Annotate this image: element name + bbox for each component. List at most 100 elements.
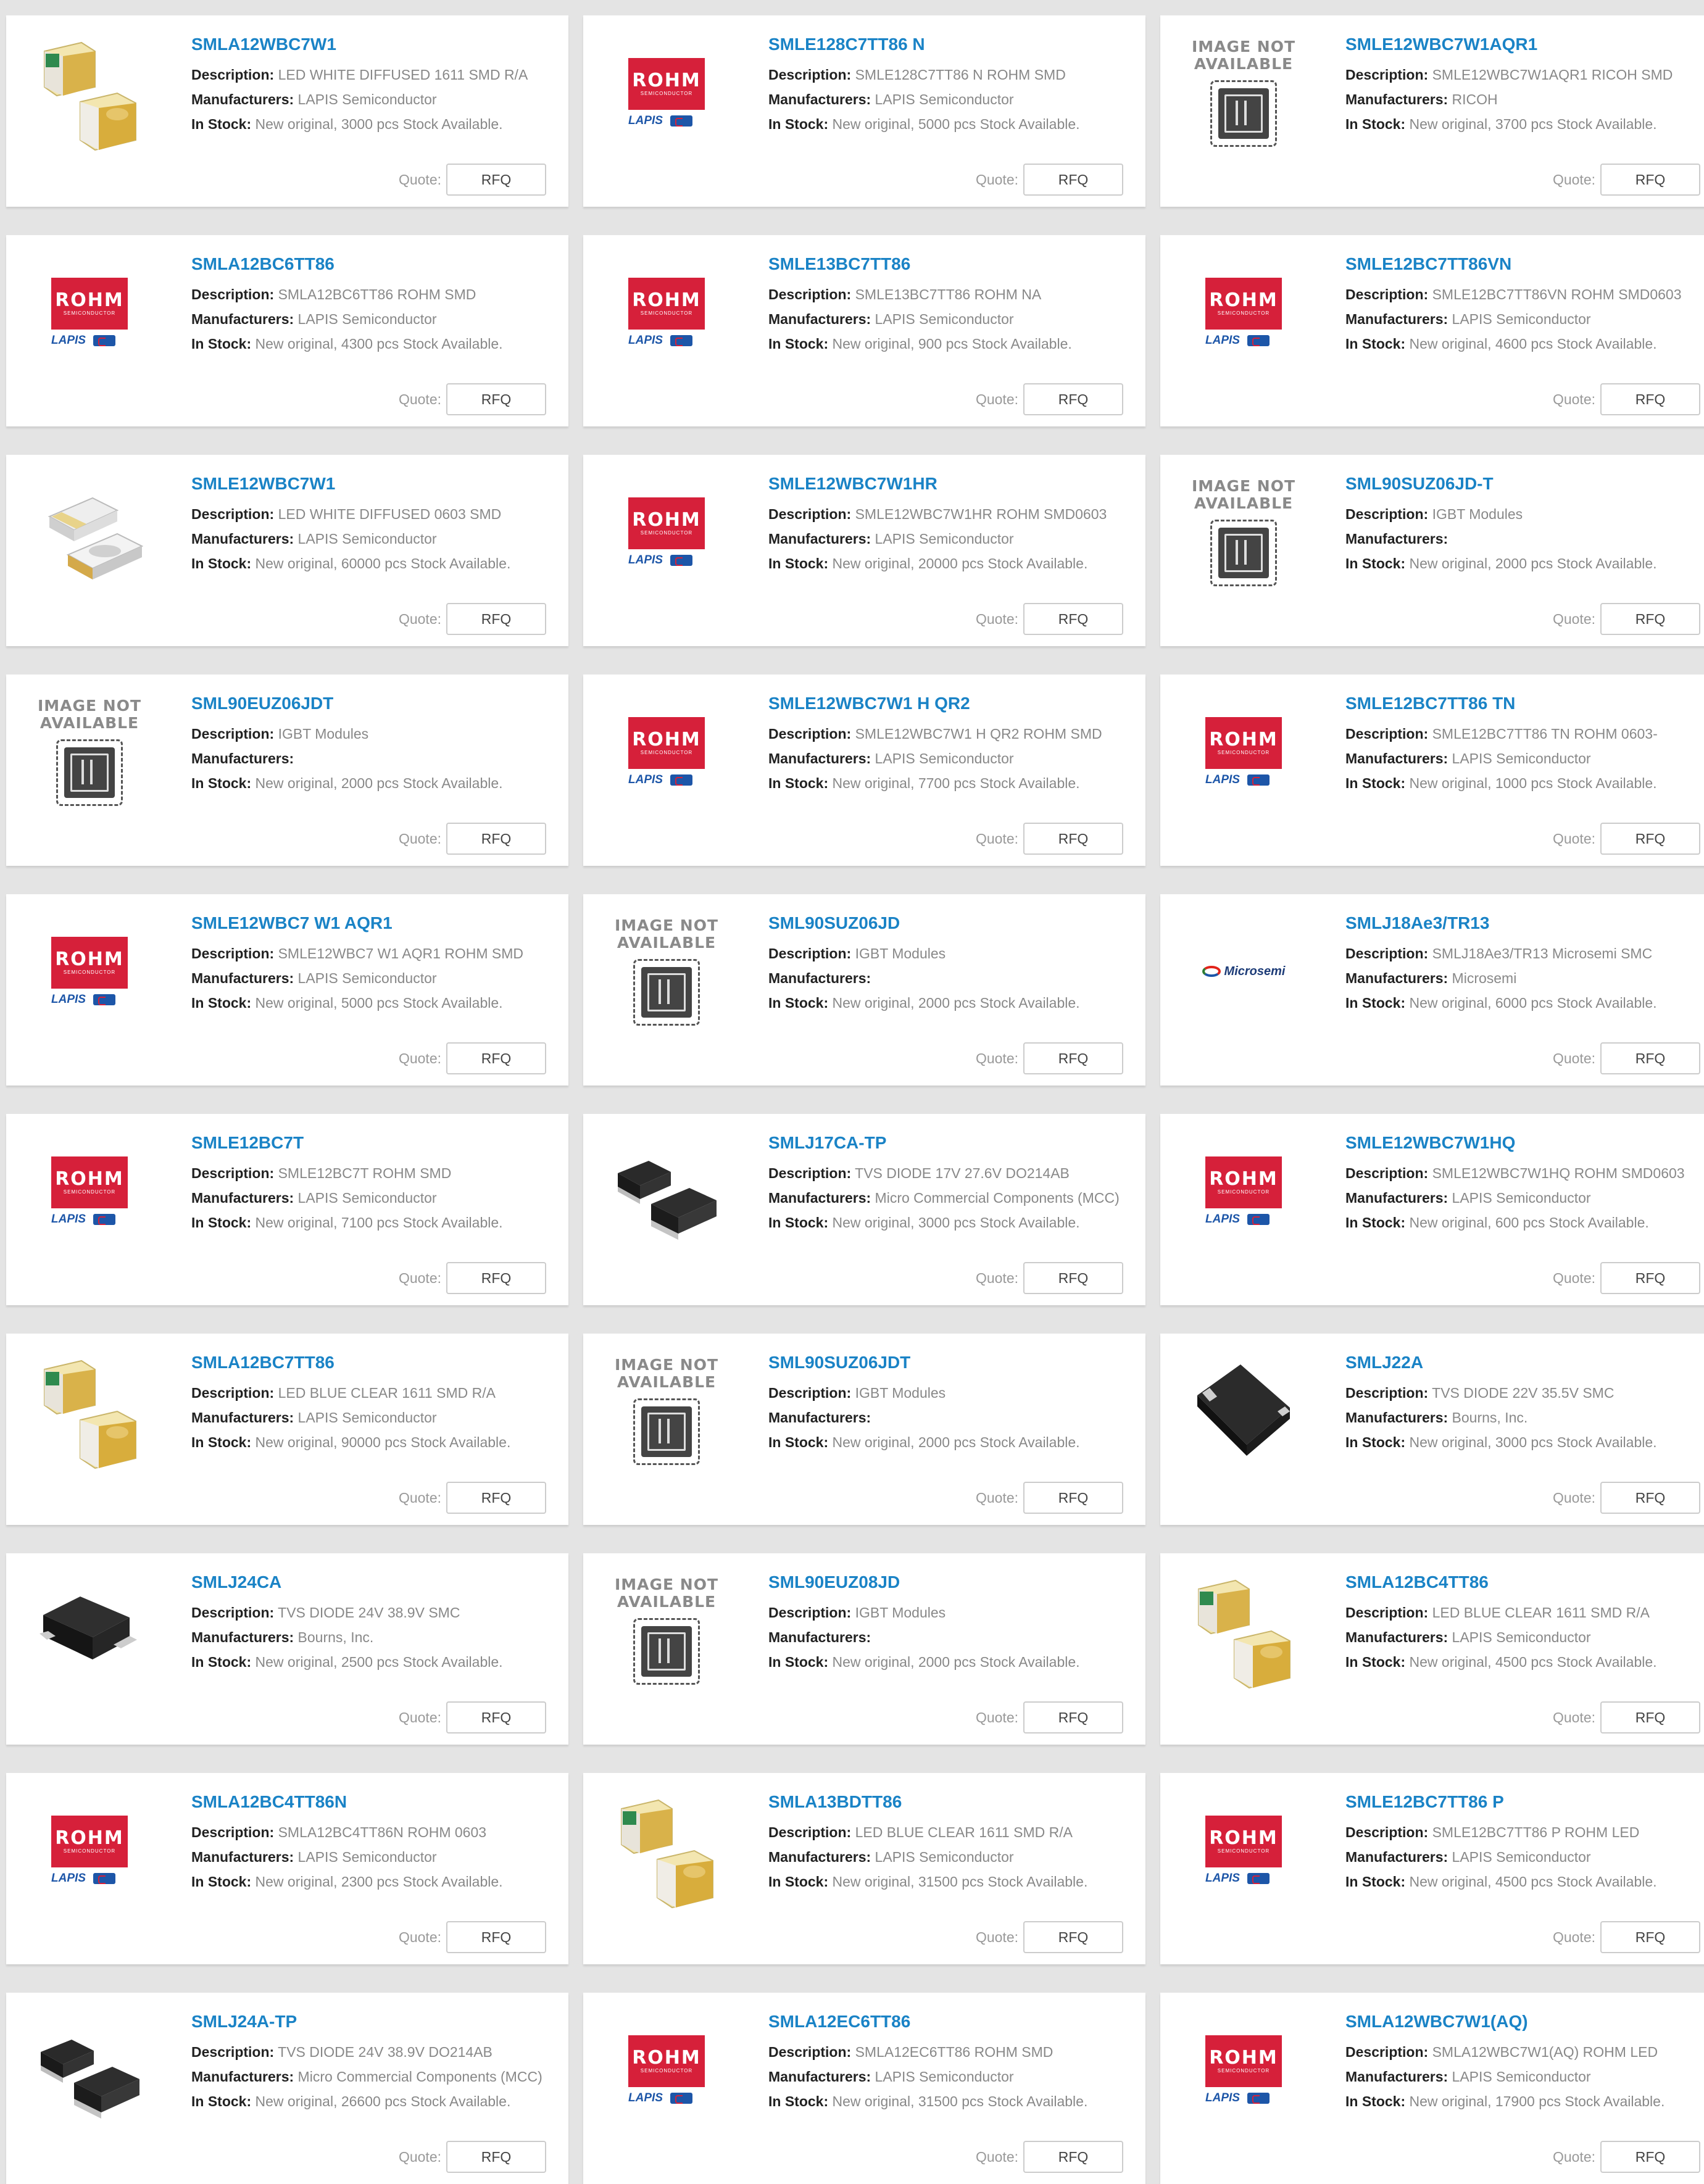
product-name-link[interactable]: SMLE12BC7T bbox=[191, 1132, 568, 1153]
product-thumbnail[interactable]: IMAGE NOT AVAILABLE bbox=[30, 692, 149, 812]
rfq-button[interactable]: RFQ bbox=[1023, 1701, 1123, 1733]
product-name-link[interactable]: SMLA12BC4TT86N bbox=[191, 1792, 568, 1812]
product-name-link[interactable]: SMLJ24CA bbox=[191, 1572, 568, 1593]
stock-label: In Stock: bbox=[1345, 1214, 1406, 1231]
rfq-button[interactable]: RFQ bbox=[1023, 823, 1123, 855]
rfq-button[interactable]: RFQ bbox=[446, 1482, 546, 1514]
product-thumbnail[interactable]: ROHM SEMICONDUCTOR LAPIS bbox=[30, 1131, 149, 1251]
product-thumbnail[interactable] bbox=[30, 1351, 149, 1471]
product-thumbnail[interactable] bbox=[607, 1131, 726, 1251]
rfq-button[interactable]: RFQ bbox=[1023, 1482, 1123, 1514]
description-label: Description: bbox=[768, 1605, 852, 1621]
product-thumbnail[interactable]: IMAGE NOT AVAILABLE bbox=[607, 911, 726, 1031]
product-name-link[interactable]: SMLE12BC7TT86 P bbox=[1345, 1792, 1704, 1812]
product-thumbnail[interactable] bbox=[30, 472, 149, 592]
product-name-link[interactable]: SMLA12BC4TT86 bbox=[1345, 1572, 1704, 1593]
rfq-button[interactable]: RFQ bbox=[1600, 1921, 1700, 1953]
rfq-button[interactable]: RFQ bbox=[1023, 603, 1123, 635]
product-thumbnail[interactable] bbox=[30, 1571, 149, 1690]
product-card: IMAGE NOT AVAILABLE SMLE12WBC7W1AQR1 Descri… bbox=[1160, 15, 1704, 207]
product-thumbnail[interactable]: Microsemi bbox=[1184, 911, 1303, 1031]
rfq-button[interactable]: RFQ bbox=[446, 383, 546, 415]
product-name-link[interactable]: SML90EUZ08JD bbox=[768, 1572, 1145, 1593]
product-thumbnail[interactable]: IMAGE NOT AVAILABLE bbox=[1184, 33, 1303, 152]
product-name-link[interactable]: SMLJ18Ae3/TR13 bbox=[1345, 913, 1704, 934]
rfq-button[interactable]: RFQ bbox=[1600, 1262, 1700, 1294]
rfq-button[interactable]: RFQ bbox=[1600, 164, 1700, 196]
product-thumbnail[interactable]: ROHM SEMICONDUCTOR LAPIS bbox=[30, 1790, 149, 1910]
product-thumbnail[interactable]: ROHM SEMICONDUCTOR LAPIS bbox=[607, 33, 726, 152]
rfq-button[interactable]: RFQ bbox=[1600, 1482, 1700, 1514]
rfq-button[interactable]: RFQ bbox=[446, 2141, 546, 2173]
product-name-link[interactable]: SMLE12WBC7 W1 AQR1 bbox=[191, 913, 568, 934]
product-name-link[interactable]: SMLJ24A-TP bbox=[191, 2011, 568, 2032]
product-name-link[interactable]: SMLE12WBC7W1 bbox=[191, 473, 568, 494]
rfq-button[interactable]: RFQ bbox=[446, 1921, 546, 1953]
rfq-button[interactable]: RFQ bbox=[1023, 2141, 1123, 2173]
product-name-link[interactable]: SML90EUZ06JDT bbox=[191, 693, 568, 714]
product-thumbnail[interactable]: ROHM SEMICONDUCTOR LAPIS bbox=[1184, 2010, 1303, 2130]
product-thumbnail[interactable]: ROHM SEMICONDUCTOR LAPIS bbox=[607, 472, 726, 592]
rfq-button[interactable]: RFQ bbox=[1023, 383, 1123, 415]
rfq-button[interactable]: RFQ bbox=[1600, 823, 1700, 855]
rfq-button[interactable]: RFQ bbox=[446, 1042, 546, 1074]
product-name-link[interactable]: SMLJ17CA-TP bbox=[768, 1132, 1145, 1153]
quote-row: Quote: RFQ bbox=[1553, 1482, 1700, 1514]
product-name-link[interactable]: SMLE12WBC7W1HQ bbox=[1345, 1132, 1704, 1153]
rfq-button[interactable]: RFQ bbox=[446, 1701, 546, 1733]
manufacturer-row: Manufacturers: Bourns, Inc. bbox=[1345, 1405, 1704, 1430]
rfq-button[interactable]: RFQ bbox=[1023, 1921, 1123, 1953]
product-thumbnail[interactable]: IMAGE NOT AVAILABLE bbox=[607, 1571, 726, 1690]
product-name-link[interactable]: SMLA13BDTT86 bbox=[768, 1792, 1145, 1812]
kionix-logo-icon bbox=[670, 774, 692, 786]
product-thumbnail[interactable] bbox=[1184, 1571, 1303, 1690]
product-thumbnail[interactable] bbox=[607, 1790, 726, 1910]
product-name-link[interactable]: SMLE12BC7TT86 TN bbox=[1345, 693, 1704, 714]
rfq-button[interactable]: RFQ bbox=[446, 1262, 546, 1294]
product-thumbnail[interactable]: ROHM SEMICONDUCTOR LAPIS bbox=[607, 692, 726, 812]
product-name-link[interactable]: SMLA12WBC7W1(AQ) bbox=[1345, 2011, 1704, 2032]
product-name-link[interactable]: SML90SUZ06JD-T bbox=[1345, 473, 1704, 494]
rohm-logo: ROHM SEMICONDUCTOR LAPIS bbox=[1205, 717, 1282, 786]
rfq-button[interactable]: RFQ bbox=[446, 823, 546, 855]
product-name-link[interactable]: SML90SUZ06JDT bbox=[768, 1352, 1145, 1373]
product-thumbnail[interactable]: ROHM SEMICONDUCTOR LAPIS bbox=[1184, 692, 1303, 812]
rfq-button[interactable]: RFQ bbox=[1023, 1262, 1123, 1294]
rfq-button[interactable]: RFQ bbox=[1023, 1042, 1123, 1074]
led-right-angle-image bbox=[1198, 1579, 1290, 1689]
product-thumbnail[interactable]: ROHM SEMICONDUCTOR LAPIS bbox=[1184, 1131, 1303, 1251]
product-name-link[interactable]: SMLE12WBC7W1 H QR2 bbox=[768, 693, 1145, 714]
rfq-button[interactable]: RFQ bbox=[1600, 2141, 1700, 2173]
product-name-link[interactable]: SML90SUZ06JD bbox=[768, 913, 1145, 934]
product-name-link[interactable]: SMLE128C7TT86 N bbox=[768, 34, 1145, 55]
product-info: SMLE12WBC7W1 Description: LED WHITE DIFFU… bbox=[191, 473, 568, 576]
manufacturer-value: LAPIS Semiconductor bbox=[1452, 2069, 1591, 2085]
product-thumbnail[interactable]: ROHM SEMICONDUCTOR LAPIS bbox=[30, 252, 149, 372]
product-thumbnail[interactable]: ROHM SEMICONDUCTOR LAPIS bbox=[30, 911, 149, 1031]
product-thumbnail[interactable]: IMAGE NOT AVAILABLE bbox=[1184, 472, 1303, 592]
rfq-button[interactable]: RFQ bbox=[446, 164, 546, 196]
product-name-link[interactable]: SMLE13BC7TT86 bbox=[768, 254, 1145, 275]
rfq-button[interactable]: RFQ bbox=[1600, 1042, 1700, 1074]
product-name-link[interactable]: SMLE12WBC7W1HR bbox=[768, 473, 1145, 494]
product-name-link[interactable]: SMLJ22A bbox=[1345, 1352, 1704, 1373]
product-thumbnail[interactable]: IMAGE NOT AVAILABLE bbox=[607, 1351, 726, 1471]
rfq-button[interactable]: RFQ bbox=[446, 603, 546, 635]
rfq-button[interactable]: RFQ bbox=[1600, 383, 1700, 415]
product-thumbnail[interactable]: ROHM SEMICONDUCTOR LAPIS bbox=[1184, 252, 1303, 372]
product-thumbnail[interactable] bbox=[30, 33, 149, 152]
product-thumbnail[interactable]: ROHM SEMICONDUCTOR LAPIS bbox=[1184, 1790, 1303, 1910]
product-name-link[interactable]: SMLA12BC6TT86 bbox=[191, 254, 568, 275]
product-thumbnail[interactable]: ROHM SEMICONDUCTOR LAPIS bbox=[607, 2010, 726, 2130]
product-name-link[interactable]: SMLA12BC7TT86 bbox=[191, 1352, 568, 1373]
product-name-link[interactable]: SMLA12WBC7W1 bbox=[191, 34, 568, 55]
product-thumbnail[interactable] bbox=[1184, 1351, 1303, 1471]
product-thumbnail[interactable]: ROHM SEMICONDUCTOR LAPIS bbox=[607, 252, 726, 372]
product-name-link[interactable]: SMLA12EC6TT86 bbox=[768, 2011, 1145, 2032]
rfq-button[interactable]: RFQ bbox=[1600, 603, 1700, 635]
product-name-link[interactable]: SMLE12BC7TT86VN bbox=[1345, 254, 1704, 275]
rfq-button[interactable]: RFQ bbox=[1023, 164, 1123, 196]
rfq-button[interactable]: RFQ bbox=[1600, 1701, 1700, 1733]
product-name-link[interactable]: SMLE12WBC7W1AQR1 bbox=[1345, 34, 1704, 55]
product-thumbnail[interactable] bbox=[30, 2010, 149, 2130]
